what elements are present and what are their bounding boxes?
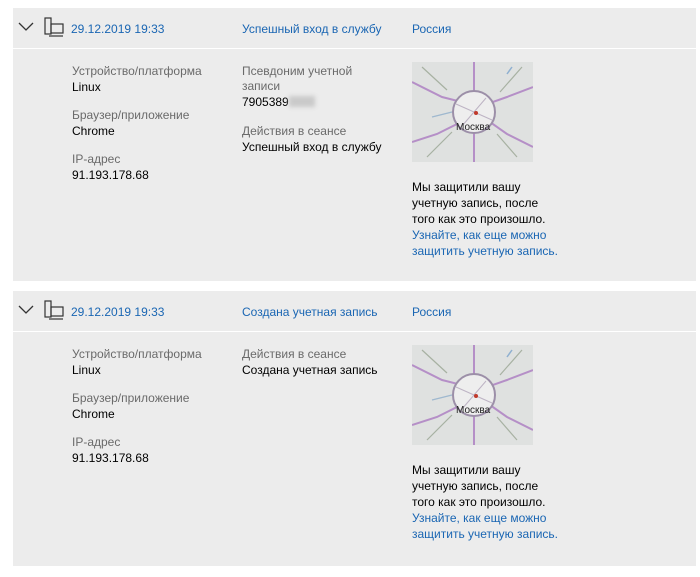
alias-value-text: 7905389 [242,95,289,109]
ip-label: IP-адрес [72,435,121,449]
entry-country[interactable]: Россия [412,22,451,36]
browser-value: Chrome [72,124,115,138]
session-actions-value: Успешный вход в службу [242,140,382,154]
browser-value: Chrome [72,407,115,421]
device-value: Linux [72,363,101,377]
security-note: Мы защитили вашу учетную запись, после т… [412,179,582,259]
note-line: того как это произошло. [412,212,546,226]
activity-entry: 29.12.2019 19:33 Создана учетная запись … [13,291,696,566]
redacted-blur [288,96,315,107]
device-label: Устройство/платформа [72,64,202,78]
computer-device-icon [44,17,64,37]
entry-event-type[interactable]: Создана учетная запись [242,305,378,319]
note-line: Мы защитили вашу [412,180,521,194]
entry-event-type[interactable]: Успешный вход в службу [242,22,382,36]
location-map[interactable]: Москва [412,345,533,445]
activity-entry: 29.12.2019 19:33 Успешный вход в службу … [13,8,696,281]
map-pin-icon [474,394,478,398]
learn-more-link[interactable]: Узнайте, как еще можно [412,227,582,243]
learn-more-link[interactable]: Узнайте, как еще можно [412,510,582,526]
map-roads [412,345,533,445]
map-city-label: Москва [456,122,491,133]
entry-country[interactable]: Россия [412,305,451,319]
learn-more-link[interactable]: защитить учетную запись. [412,243,582,259]
ip-value: 91.193.178.68 [72,451,149,465]
security-note: Мы защитили вашу учетную запись, после т… [412,462,582,542]
alias-label-line1: Псевдоним учетной [242,64,353,78]
device-value: Linux [72,80,101,94]
alias-label-line2: записи [242,79,281,93]
entry-header[interactable]: 29.12.2019 19:33 Успешный вход в службу … [13,8,696,48]
browser-label: Браузер/приложение [72,391,190,405]
entry-date[interactable]: 29.12.2019 19:33 [71,305,164,319]
chevron-down-icon[interactable] [17,20,35,34]
map-city-label: Москва [456,405,491,416]
session-actions-label: Действия в сеансе [242,124,347,138]
chevron-down-icon[interactable] [17,303,35,317]
device-label: Устройство/платформа [72,347,202,361]
map-pin-icon [474,111,478,115]
map-roads [412,62,533,162]
session-actions-label: Действия в сеансе [242,347,347,361]
session-actions-value: Создана учетная запись [242,363,378,377]
ip-value: 91.193.178.68 [72,168,149,182]
entry-header[interactable]: 29.12.2019 19:33 Создана учетная запись … [13,291,696,331]
alias-value: 7905389 [242,95,315,110]
entry-details: Устройство/платформа Linux Браузер/прило… [13,48,696,281]
learn-more-link[interactable]: защитить учетную запись. [412,526,582,542]
ip-label: IP-адрес [72,152,121,166]
entry-date[interactable]: 29.12.2019 19:33 [71,22,164,36]
note-line: того как это произошло. [412,495,546,509]
note-line: Мы защитили вашу [412,463,521,477]
entry-details: Устройство/платформа Linux Браузер/прило… [13,331,696,566]
computer-device-icon [44,300,64,320]
note-line: учетную запись, после [412,196,539,210]
note-line: учетную запись, после [412,479,539,493]
browser-label: Браузер/приложение [72,108,190,122]
location-map[interactable]: Москва [412,62,533,162]
